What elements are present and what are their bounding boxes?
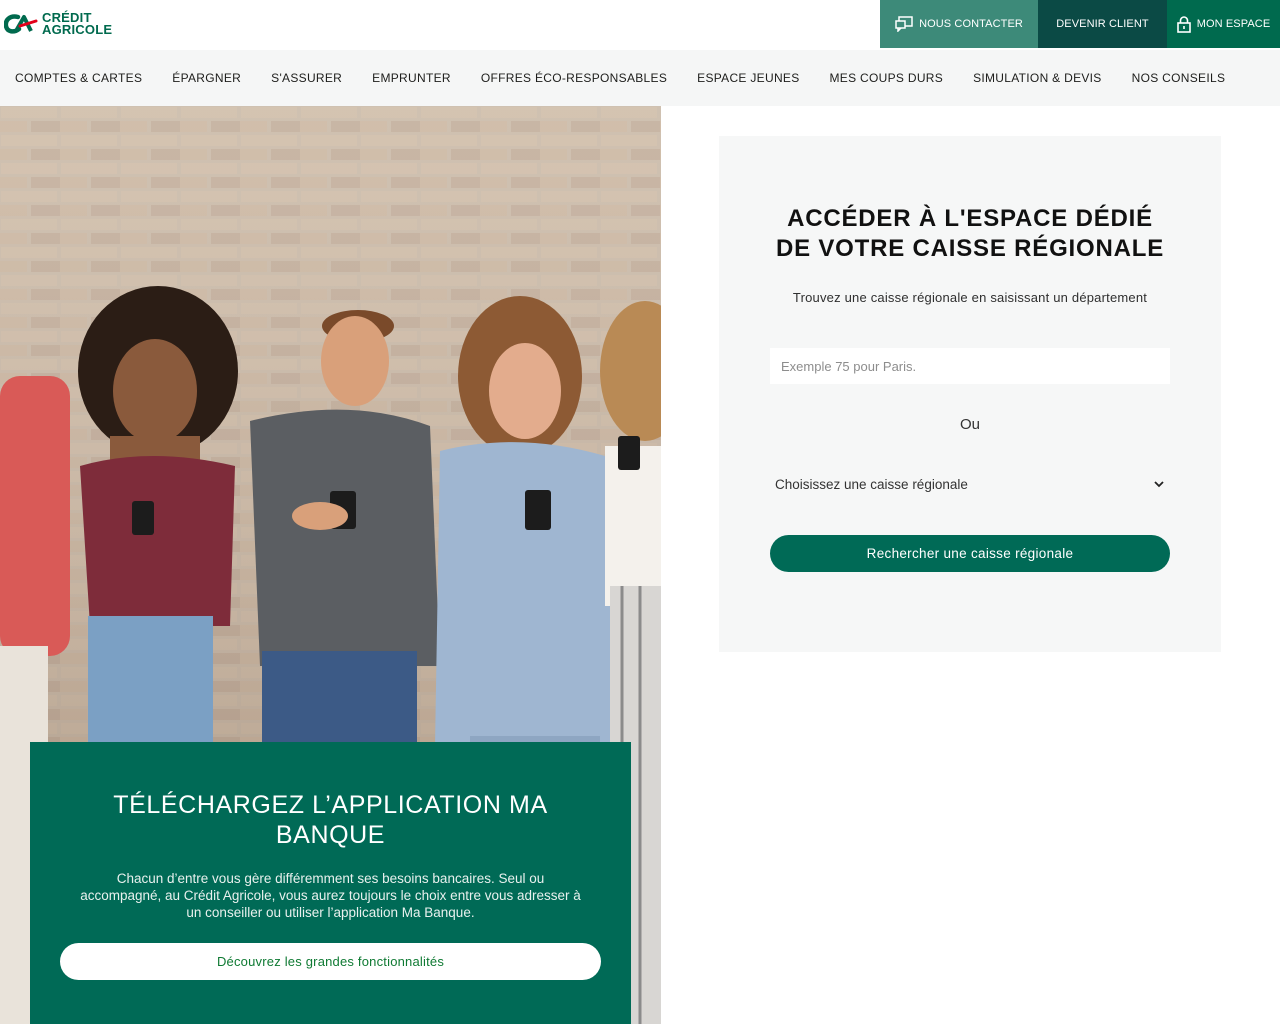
department-input[interactable] [770, 348, 1170, 384]
lock-icon [1176, 15, 1191, 33]
brand-name: CRÉDIT AGRICOLE [42, 11, 113, 37]
my-space-label: MON ESPACE [1196, 18, 1271, 30]
contact-label: NOUS CONTACTER [919, 18, 1023, 30]
regional-bank-select[interactable]: Choisissez une caisse régionale [770, 466, 1170, 502]
chat-screen-icon [895, 16, 913, 32]
top-bar: CRÉDIT AGRICOLE NOUS CONTACTER DEVENIR C… [0, 0, 1280, 48]
ca-logo-icon [4, 14, 38, 34]
or-label: Ou [959, 416, 980, 433]
chevron-down-icon [1154, 481, 1164, 488]
nav-item-conseils[interactable]: NOS CONSEILS [1132, 71, 1226, 85]
brand-name-line2: AGRICOLE [42, 22, 113, 37]
become-client-label: DEVENIR CLIENT [1056, 18, 1149, 30]
app-promo-panel: TÉLÉCHARGEZ L’APPLICATION MA BANQUE Chac… [30, 742, 631, 1024]
search-regional-bank-button[interactable]: Rechercher une caisse régionale [770, 535, 1170, 572]
become-client-button[interactable]: DEVENIR CLIENT [1038, 0, 1167, 48]
hero-photo: TÉLÉCHARGEZ L’APPLICATION MA BANQUE Chac… [0, 106, 661, 1024]
promo-title: TÉLÉCHARGEZ L’APPLICATION MA BANQUE [113, 791, 548, 849]
regional-bank-select-value: Choisissez une caisse régionale [775, 476, 968, 492]
nav-item-emprunter[interactable]: EMPRUNTER [372, 71, 451, 85]
promo-text: Chacun d’entre vous gère différemment se… [80, 871, 581, 920]
department-hint: Trouvez une caisse régionale en saisissa… [792, 290, 1148, 305]
credit-agricole-logo[interactable]: CRÉDIT AGRICOLE [4, 8, 112, 40]
nav-item-epargner[interactable]: ÉPARGNER [172, 71, 241, 85]
nav-item-assurer[interactable]: S'ASSURER [271, 71, 342, 85]
discover-features-button[interactable]: Découvrez les grandes fonctionnalités [60, 943, 601, 980]
nav-item-comptes-cartes[interactable]: COMPTES & CARTES [15, 71, 142, 85]
nav-item-simulation[interactable]: SIMULATION & DEVIS [973, 71, 1102, 85]
main-nav: COMPTES & CARTES ÉPARGNER S'ASSURER EMPR… [0, 50, 1280, 106]
regional-bank-card: ACCÉDER À L'ESPACE DÉDIÉ DE VOTRE CAISSE… [719, 136, 1221, 652]
nav-item-coups-durs[interactable]: MES COUPS DURS [830, 71, 944, 85]
my-space-button[interactable]: MON ESPACE [1167, 0, 1280, 48]
top-actions: NOUS CONTACTER DEVENIR CLIENT MON ESPACE [880, 0, 1280, 48]
contact-button[interactable]: NOUS CONTACTER [880, 0, 1038, 48]
nav-item-offres-eco[interactable]: OFFRES ÉCO-RESPONSABLES [481, 71, 667, 85]
regional-card-title: ACCÉDER À L'ESPACE DÉDIÉ DE VOTRE CAISSE… [775, 205, 1165, 262]
nav-item-espace-jeunes[interactable]: ESPACE JEUNES [697, 71, 799, 85]
